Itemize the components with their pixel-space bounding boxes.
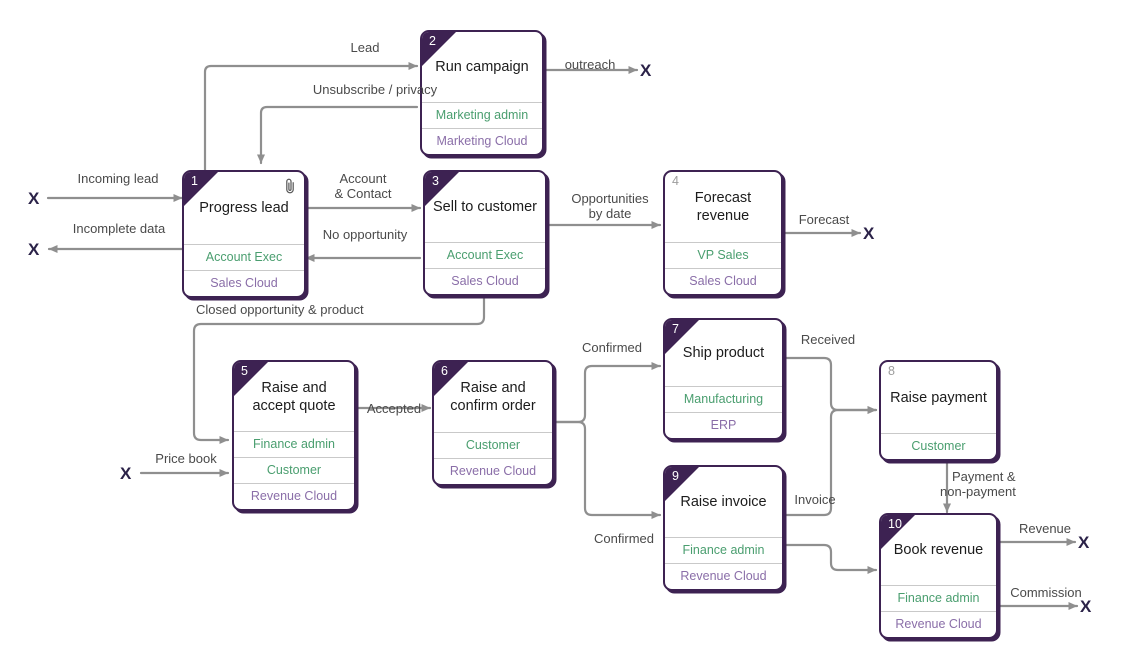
edge-label-incoming-lead: Incoming lead — [77, 171, 159, 186]
node-header: 10 Book revenue — [881, 515, 996, 585]
process-node-4[interactable]: 4 Forecast revenue VP Sales Sales Cloud — [663, 170, 783, 296]
terminator-forecast: X — [863, 224, 875, 243]
node-number: 2 — [429, 34, 436, 48]
edge-label-account-contact-1: Account — [339, 171, 387, 186]
edge-label-opportunities-2: by date — [588, 206, 632, 221]
edge-label-price-book: Price book — [155, 451, 217, 466]
node-system-lane: ERP — [665, 412, 782, 438]
node-role-lane: Manufacturing — [665, 386, 782, 412]
node-role-lane: Customer — [881, 433, 996, 459]
node-number: 7 — [672, 322, 679, 336]
edge-label-confirmed-bottom: Confirmed — [594, 531, 654, 546]
terminator-price-book: X — [120, 464, 132, 483]
node-header: 4 Forecast revenue — [665, 172, 781, 242]
node-title: Forecast revenue — [694, 190, 752, 224]
node-number: 6 — [441, 364, 448, 378]
edge-label-closed-opportunity: Closed opportunity & product — [196, 302, 364, 317]
edge-label-invoice: Invoice — [794, 492, 836, 507]
node-header: 7 Ship product — [665, 320, 782, 386]
process-node-1[interactable]: 1 Progress lead Account Exec Sales Cloud — [182, 170, 306, 298]
node-role-lane: Finance admin — [665, 537, 782, 563]
node-title: Raise and accept quote — [252, 379, 336, 414]
terminator-commission: X — [1080, 597, 1092, 616]
node-title: Raise payment — [890, 389, 987, 406]
edge-label-forecast: Forecast — [798, 212, 850, 227]
edge-label-account-contact-2: & Contact — [334, 186, 392, 201]
edge-label-unsubscribe: Unsubscribe / privacy — [312, 82, 438, 97]
edge-label-received: Received — [800, 332, 856, 347]
terminator-incoming-lead: X — [28, 189, 40, 208]
edge-label-payment-1: Payment & — [952, 469, 1016, 484]
node-system-lane: Revenue Cloud — [881, 611, 996, 637]
edge-label-revenue: Revenue — [1018, 521, 1072, 536]
edge-received — [784, 356, 878, 414]
paperclip-icon[interactable] — [283, 177, 297, 195]
node-title: Raise and confirm order — [450, 380, 536, 414]
node-system-lane: Sales Cloud — [425, 268, 545, 294]
node-role-lane: Account Exec — [425, 242, 545, 268]
process-node-7[interactable]: 7 Ship product Manufacturing ERP — [663, 318, 784, 440]
edge-confirmed-top — [554, 362, 662, 424]
node-number: 1 — [191, 174, 198, 188]
node-number: 5 — [241, 364, 248, 378]
node-title: Sell to customer — [433, 199, 537, 215]
node-role-lane: Finance admin — [234, 431, 354, 457]
edge-label-commission: Commission — [1010, 585, 1082, 600]
node-role-lane-2: Customer — [234, 457, 354, 483]
node-title: Book revenue — [893, 542, 984, 558]
edge-label-outreach: outreach — [564, 57, 616, 72]
edge-label-opportunities-1: Opportunities — [571, 191, 649, 206]
process-node-6[interactable]: 6 Raise and confirm order Customer Reven… — [432, 360, 554, 486]
node-title: Run campaign — [435, 59, 529, 75]
node-role-lane: VP Sales — [665, 242, 781, 268]
terminator-revenue: X — [1078, 533, 1090, 552]
node-system-lane: Revenue Cloud — [434, 458, 552, 484]
node-role-lane: Finance admin — [881, 585, 996, 611]
process-node-10[interactable]: 10 Book revenue Finance admin Revenue Cl… — [879, 513, 998, 639]
node-title: Progress lead — [199, 200, 289, 216]
node-system-lane: Sales Cloud — [184, 270, 304, 296]
process-node-5[interactable]: 5 Raise and accept quote Finance admin C… — [232, 360, 356, 511]
edge-invoice-to-book-revenue — [784, 543, 878, 574]
edge-label-confirmed-top: Confirmed — [582, 340, 642, 355]
edge-label-payment-2: non-payment — [940, 484, 1016, 499]
node-number: 8 — [888, 364, 895, 378]
edge-unsubscribe-privacy — [257, 105, 419, 165]
process-node-3[interactable]: 3 Sell to customer Account Exec Sales Cl… — [423, 170, 547, 296]
node-number: 3 — [432, 174, 439, 188]
node-header: 6 Raise and confirm order — [434, 362, 552, 432]
process-node-8[interactable]: 8 Raise payment Customer — [879, 360, 998, 461]
node-header: 1 Progress lead — [184, 172, 304, 244]
edge-confirmed-bottom — [554, 420, 662, 519]
node-role-lane: Account Exec — [184, 244, 304, 270]
edge-label-no-opportunity: No opportunity — [322, 227, 408, 242]
edge-label-accepted: Accepted — [366, 401, 422, 416]
node-number: 10 — [888, 517, 902, 531]
node-number: 9 — [672, 469, 679, 483]
node-system-lane: Sales Cloud — [665, 268, 781, 294]
node-header: 8 Raise payment — [881, 362, 996, 433]
edge-label-lead: Lead — [350, 40, 380, 55]
node-header: 9 Raise invoice — [665, 467, 782, 537]
node-role-lane: Customer — [434, 432, 552, 458]
node-header: 3 Sell to customer — [425, 172, 545, 242]
node-title: Ship product — [682, 345, 765, 361]
node-title: Raise invoice — [680, 494, 767, 510]
node-header: 5 Raise and accept quote — [234, 362, 354, 431]
node-role-lane: Marketing admin — [422, 102, 542, 128]
process-node-9[interactable]: 9 Raise invoice Finance admin Revenue Cl… — [663, 465, 784, 591]
node-number: 4 — [672, 174, 679, 188]
node-system-lane: Revenue Cloud — [234, 483, 354, 509]
node-system-lane: Revenue Cloud — [665, 563, 782, 589]
terminator-outreach: X — [640, 61, 652, 80]
edge-label-incomplete-data: Incomplete data — [72, 221, 166, 236]
flow-diagram-canvas: 1 Progress lead Account Exec Sales Cloud… — [0, 0, 1122, 655]
terminator-incomplete-data: X — [28, 240, 40, 259]
node-system-lane: Marketing Cloud — [422, 128, 542, 154]
